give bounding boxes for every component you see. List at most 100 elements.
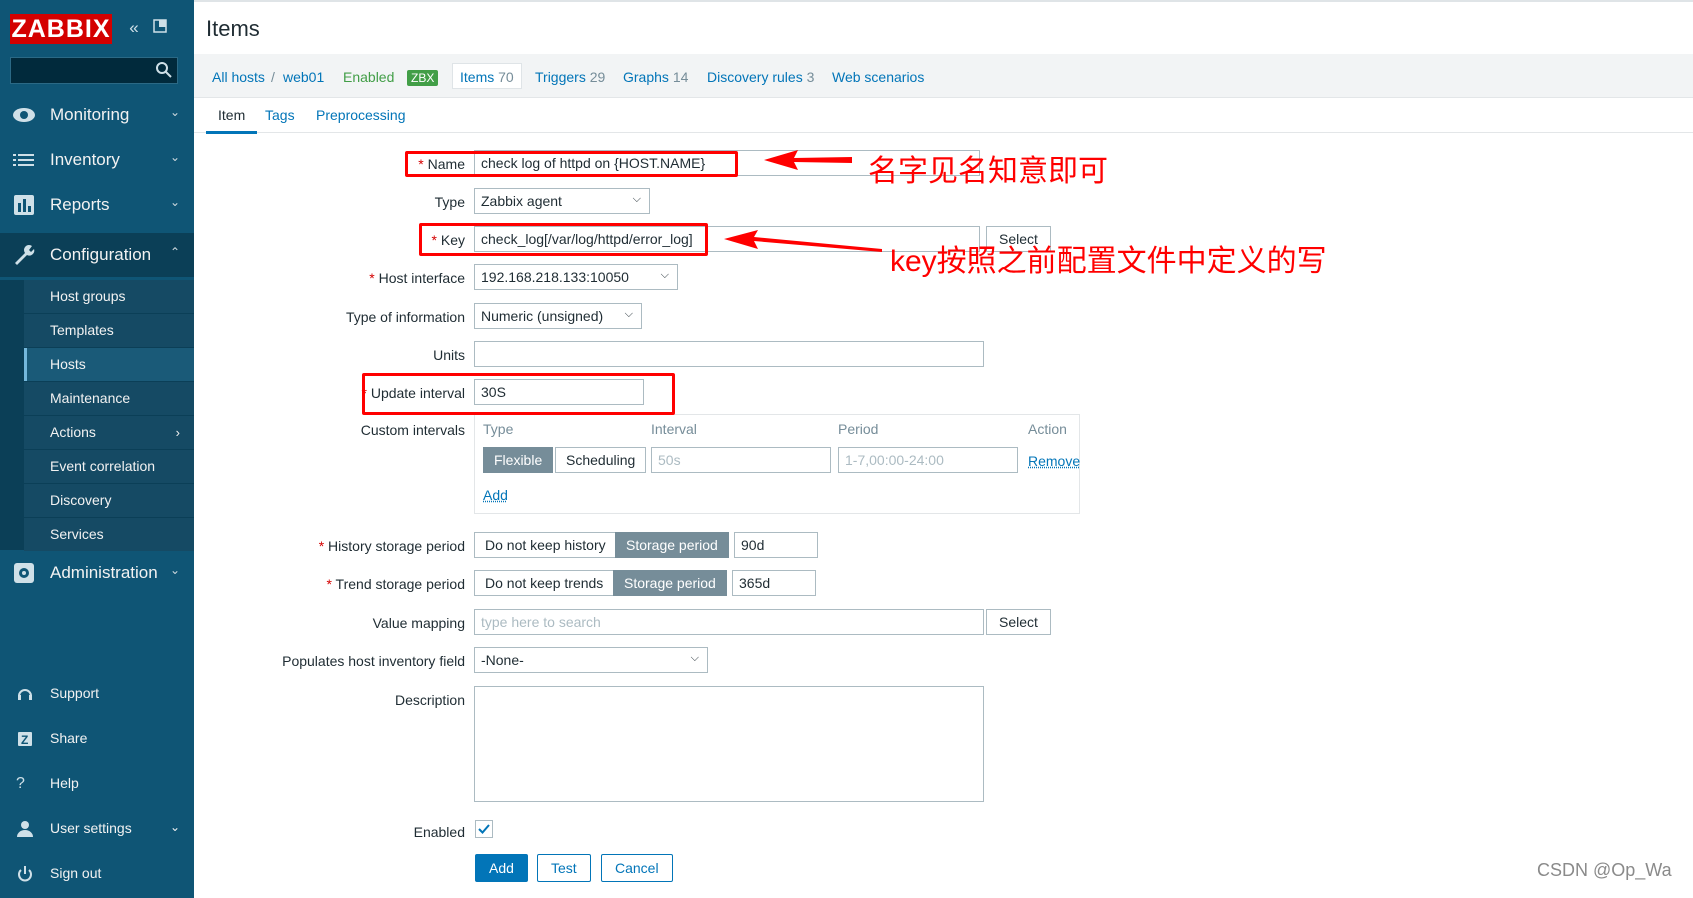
test-button[interactable]: Test	[537, 854, 591, 882]
ci-interval-input[interactable]: 50s	[651, 447, 831, 473]
value-mapping-input[interactable]: type here to search	[474, 609, 984, 635]
add-button[interactable]: Add	[475, 854, 528, 882]
submenu-host-groups[interactable]: Host groups	[24, 280, 194, 313]
menu-label: Help	[50, 775, 79, 791]
breadcrumb-host[interactable]: web01	[283, 69, 324, 85]
share-icon: Z	[16, 730, 34, 748]
trend-do-not-keep-toggle[interactable]: Do not keep trends	[474, 570, 615, 596]
inventory-field-select[interactable]: -None- ⌵	[474, 647, 708, 673]
ci-period-input[interactable]: 1-7,00:00-24:00	[838, 447, 1018, 473]
type-of-information-select[interactable]: Numeric (unsigned) ⌵	[474, 303, 642, 329]
menu-inventory[interactable]: Inventory ⌄	[0, 138, 194, 182]
menu-configuration[interactable]: Configuration ⌃	[0, 233, 194, 277]
tab-preprocessing[interactable]: Preprocessing	[316, 107, 406, 123]
svg-text:Z: Z	[21, 733, 28, 747]
label-text: Host interface	[378, 270, 465, 286]
discovery-count: 3	[806, 69, 815, 85]
menu-help[interactable]: ? Help	[0, 767, 194, 801]
chevron-down-icon: ⌵	[624, 308, 633, 320]
menu-user-settings[interactable]: User settings ⌄	[0, 812, 194, 846]
host-interface-label: * Host interface	[300, 270, 465, 286]
menu-sign-out[interactable]: Sign out	[0, 857, 194, 891]
chevron-down-icon: ⌄	[169, 820, 180, 834]
tab-item[interactable]: Item	[206, 107, 258, 134]
ci-interval-header: Interval	[651, 421, 697, 437]
menu-reports[interactable]: Reports ⌄	[0, 183, 194, 227]
check-icon	[478, 824, 490, 834]
cancel-button[interactable]: Cancel	[601, 854, 673, 882]
page-title: Items	[206, 16, 260, 41]
host-interface-select[interactable]: 192.168.218.133:10050 ⌵	[474, 264, 678, 290]
menu-administration[interactable]: Administration ⌄	[0, 551, 194, 595]
sidebar: ZABBIX « Monitoring ⌄ Inventory ⌄ Report…	[0, 0, 194, 898]
triggers-count: 29	[589, 69, 606, 85]
submenu-hosts[interactable]: Hosts	[24, 348, 194, 381]
units-input[interactable]	[474, 341, 984, 367]
menu-label: Reports	[50, 195, 110, 214]
ci-period-header: Period	[838, 421, 879, 437]
value-mapping-label: Value mapping	[372, 615, 465, 631]
menu-share[interactable]: Z Share	[0, 722, 194, 756]
breadcrumb-all-hosts[interactable]: All hosts	[212, 69, 265, 85]
host-interface-value: 192.168.218.133:10050	[481, 269, 629, 285]
chevron-down-icon: ⌄	[169, 105, 180, 119]
menu-support[interactable]: Support	[0, 677, 194, 711]
power-icon	[16, 865, 34, 883]
submenu-services[interactable]: Services	[24, 518, 194, 551]
description-textarea[interactable]	[474, 686, 984, 802]
ci-add-link[interactable]: Add	[483, 487, 508, 503]
history-storage-period-toggle[interactable]: Storage period	[615, 532, 729, 558]
key-annotation-text: key按照之前配置文件中定义的写	[890, 245, 1327, 278]
discovery-label: Discovery rules	[707, 69, 803, 85]
host-status-enabled[interactable]: Enabled	[343, 69, 394, 85]
menu-label: User settings	[50, 820, 132, 836]
items-label: Items	[460, 69, 495, 85]
label-text: Trend storage period	[335, 576, 465, 592]
ci-remove-link[interactable]: Remove	[1028, 453, 1080, 469]
ci-scheduling-toggle[interactable]: Scheduling	[555, 447, 647, 473]
tab-triggers[interactable]: Triggers 29	[535, 69, 605, 85]
submenu-event-correlation[interactable]: Event correlation	[24, 450, 194, 483]
trend-storage-period-toggle[interactable]: Storage period	[613, 570, 727, 596]
zabbix-logo[interactable]: ZABBIX	[10, 14, 112, 44]
submenu-discovery[interactable]: Discovery	[24, 484, 194, 517]
history-do-not-keep-toggle[interactable]: Do not keep history	[474, 532, 617, 558]
double-chevron-left-icon[interactable]: «	[124, 18, 144, 38]
tab-tags[interactable]: Tags	[265, 107, 295, 123]
update-interval-highlight-box	[362, 373, 675, 415]
tab-web-scenarios[interactable]: Web scenarios	[832, 69, 924, 85]
history-period-input[interactable]: 90d	[734, 532, 818, 558]
trend-storage-label: * Trend storage period	[280, 576, 465, 592]
name-annotation-text: 名字见名知意即可	[868, 155, 1108, 188]
configuration-submenu: Host groups Templates Hosts Maintenance …	[0, 280, 194, 551]
submenu-actions[interactable]: Actions ›	[24, 416, 194, 449]
type-select[interactable]: Zabbix agent ⌵	[474, 188, 650, 214]
triggers-label: Triggers	[535, 69, 586, 85]
required-mark: *	[369, 270, 375, 286]
kiosk-mode-icon[interactable]	[150, 18, 170, 38]
sidebar-search-input[interactable]	[10, 57, 178, 84]
list-icon	[12, 149, 36, 171]
tab-graphs[interactable]: Graphs 14	[623, 69, 688, 85]
graphs-count: 14	[672, 69, 689, 85]
inventory-field-value: -None-	[481, 652, 524, 668]
trend-period-input[interactable]: 365d	[732, 570, 816, 596]
ci-type-header: Type	[483, 421, 514, 437]
custom-intervals-table: Type Interval Period Action Flexible Sch…	[474, 414, 1080, 514]
enabled-checkbox[interactable]	[475, 820, 493, 838]
gear-icon	[12, 562, 36, 584]
tab-items[interactable]: Items 70	[452, 63, 522, 89]
search-icon[interactable]	[155, 61, 173, 82]
submenu-templates[interactable]: Templates	[24, 314, 194, 347]
menu-monitoring[interactable]: Monitoring ⌄	[0, 93, 194, 137]
chevron-up-icon: ⌃	[169, 245, 180, 259]
units-label: Units	[433, 347, 465, 363]
zbx-availability-badge: ZBX	[407, 70, 439, 86]
ci-action-header: Action	[1028, 421, 1067, 437]
tab-discovery-rules[interactable]: Discovery rules 3	[707, 69, 814, 85]
value-mapping-select-button[interactable]: Select	[986, 609, 1051, 635]
submenu-maintenance[interactable]: Maintenance	[24, 382, 194, 415]
ci-flexible-toggle[interactable]: Flexible	[483, 447, 554, 473]
menu-label: Configuration	[50, 245, 152, 264]
chevron-down-icon: ⌄	[169, 195, 180, 209]
